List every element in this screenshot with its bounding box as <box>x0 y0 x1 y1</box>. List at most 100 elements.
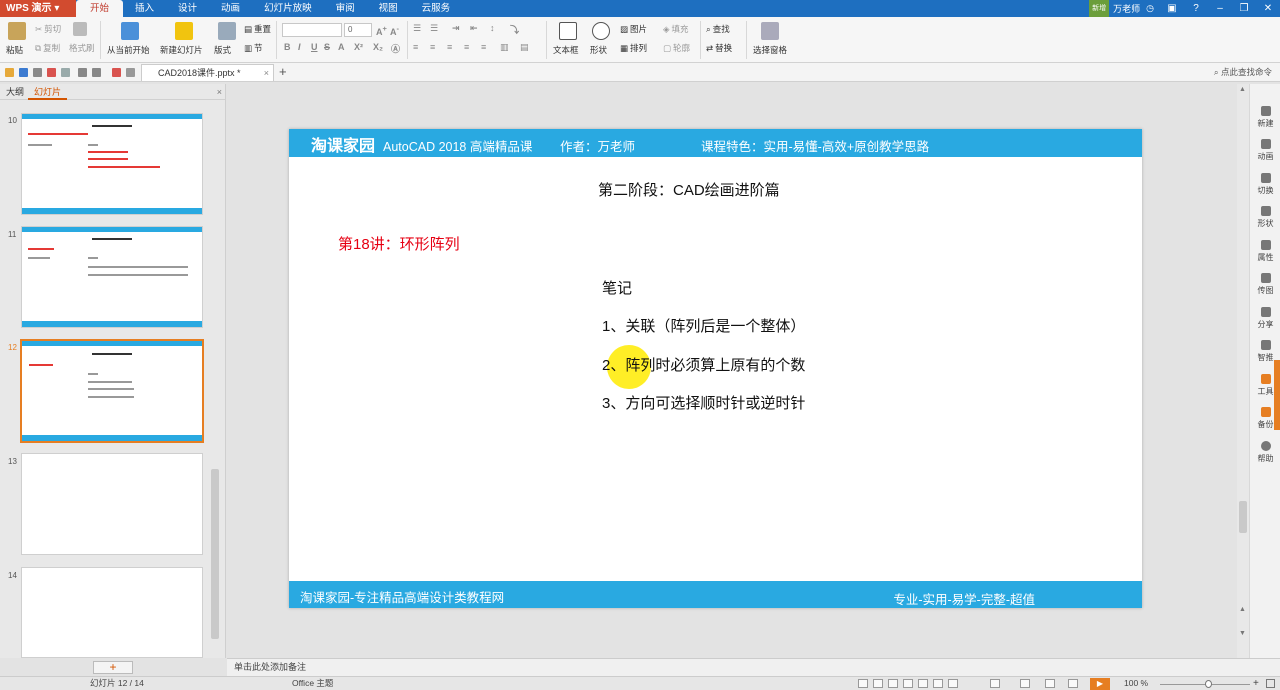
keyboard-icon[interactable] <box>918 679 928 688</box>
right-tool-transition[interactable]: 切换 <box>1250 173 1280 196</box>
clear-format-button[interactable]: Ⓐ <box>391 42 400 55</box>
open-icon[interactable] <box>5 68 14 77</box>
close-button[interactable]: ✕ <box>1256 0 1280 17</box>
settings-icon[interactable] <box>948 679 958 688</box>
justify-button[interactable]: ≡ <box>464 42 469 52</box>
new-tab-button[interactable]: + <box>279 64 287 79</box>
tab-outline[interactable]: 大纲 <box>0 84 30 100</box>
new-slide-button[interactable]: 新建幻灯片 <box>160 44 203 56</box>
zoom-slider-handle[interactable] <box>1205 680 1212 688</box>
outdent-button[interactable]: ⇤ <box>470 23 478 34</box>
app-menu-button[interactable]: WPS 演示 ▾ <box>0 0 76 17</box>
canvas-scrollbar[interactable]: ▲ ▲ ▼ <box>1237 84 1249 658</box>
distribute-button[interactable]: ≡ <box>481 42 486 52</box>
bold-button[interactable]: B <box>284 42 291 52</box>
undo-icon[interactable] <box>78 68 87 77</box>
pdf-icon[interactable] <box>47 68 56 77</box>
font-color-button[interactable]: A <box>338 42 345 52</box>
tab-insert[interactable]: 插入 <box>123 0 166 17</box>
selection-pane-button[interactable]: 选择窗格 <box>753 44 787 56</box>
shape-button[interactable]: 形状 <box>590 44 607 56</box>
align-text-button[interactable]: ▤ <box>520 42 529 53</box>
paste-button[interactable]: 粘贴 <box>6 44 23 56</box>
emoji-icon[interactable] <box>903 679 913 688</box>
tab-view[interactable]: 视图 <box>367 0 410 17</box>
side-panel-tab[interactable] <box>1274 360 1280 430</box>
align-left-button[interactable]: ≡ <box>413 42 418 52</box>
line-spacing-button[interactable]: ↕ <box>490 23 495 33</box>
right-tool-animation[interactable]: 动画 <box>1250 139 1280 162</box>
section-button[interactable]: ▥ 节 <box>244 42 263 54</box>
numbering-button[interactable]: ☰ <box>430 23 438 34</box>
shrink-font-button[interactable]: A- <box>390 24 399 37</box>
tab-review[interactable]: 审阅 <box>324 0 367 17</box>
picture-button[interactable]: ▨ 图片 <box>620 23 647 35</box>
font-name-select[interactable] <box>282 23 342 37</box>
slide-panel-scrollbar[interactable] <box>210 102 220 650</box>
replace-button[interactable]: ⇄ 替换 <box>706 42 732 54</box>
slide-lecture-title[interactable]: 第18讲：环形阵列 <box>338 233 460 254</box>
text-direction-button[interactable]: ⤵ <box>510 23 519 36</box>
redo-icon[interactable] <box>92 68 101 77</box>
superscript-button[interactable]: X² <box>354 42 363 52</box>
right-tool-properties[interactable]: 属性 <box>1250 240 1280 263</box>
close-icon[interactable]: × <box>217 84 222 100</box>
command-search[interactable]: ⌕ 点此查找命令 <box>1214 66 1272 78</box>
quick-tools-icon[interactable] <box>112 68 121 77</box>
maximize-button[interactable]: ❐ <box>1232 0 1256 17</box>
layout-button[interactable]: 版式 <box>214 44 231 56</box>
strikethrough-button[interactable]: S <box>324 42 330 52</box>
prev-slide-icon[interactable]: ▲ <box>1239 606 1246 613</box>
reset-button[interactable]: ▤ 重置 <box>244 23 271 35</box>
tab-design[interactable]: 设计 <box>166 0 209 17</box>
slide-notes-heading[interactable]: 笔记 <box>602 277 632 298</box>
document-tab[interactable]: CAD2018课件.pptx * × <box>141 64 274 81</box>
next-slide-icon[interactable]: ▼ <box>1239 630 1246 637</box>
slide-note-item[interactable]: 1、关联（阵列后是一个整体） <box>602 315 805 336</box>
minimize-button[interactable]: – <box>1208 0 1232 17</box>
zoom-level[interactable]: 100 % <box>1124 677 1148 690</box>
copy-button[interactable]: ⧉ 复制 <box>35 42 60 54</box>
columns-button[interactable]: ▥ <box>500 42 509 53</box>
scroll-up-icon[interactable]: ▲ <box>1239 86 1246 93</box>
slide-stage-title[interactable]: 第二阶段：CAD绘画进阶篇 <box>598 179 780 200</box>
zoom-in-icon[interactable]: + <box>1253 677 1259 690</box>
right-tool-new[interactable]: 新建 <box>1250 106 1280 129</box>
save-icon[interactable] <box>19 68 28 77</box>
slide-sorter-icon[interactable] <box>1020 679 1030 688</box>
tab-animation[interactable]: 动画 <box>209 0 252 17</box>
current-slide[interactable]: 淘课家园 AutoCAD 2018 高端精品课 作者：万老师 课程特色：实用-易… <box>289 129 1142 608</box>
slide-note-item[interactable]: 2、阵列时必须算上原有的个数 <box>602 354 805 375</box>
help-icon[interactable]: ? <box>1184 0 1208 17</box>
dropdown-icon[interactable] <box>126 68 135 77</box>
indent-button[interactable]: ⇥ <box>452 23 460 34</box>
italic-button[interactable]: I <box>298 42 301 52</box>
subscript-button[interactable]: X₂ <box>373 42 383 52</box>
right-tool-help[interactable]: 帮助 <box>1250 441 1280 464</box>
format-painter-button[interactable]: 格式刷 <box>69 42 95 54</box>
avatar[interactable]: 新增 <box>1089 0 1110 17</box>
find-button[interactable]: ⌕ 查找 <box>706 23 730 35</box>
right-tool-share[interactable]: 分享 <box>1250 307 1280 330</box>
align-right-button[interactable]: ≡ <box>447 42 452 52</box>
scrollbar-thumb[interactable] <box>1239 501 1247 533</box>
cut-button[interactable]: ✂ 剪切 <box>35 23 61 35</box>
slide-thumbnail-14[interactable] <box>21 567 203 658</box>
fill-button[interactable]: ◈ 填充 <box>663 23 689 35</box>
font-size-select[interactable]: 0 <box>344 23 372 37</box>
normal-view-icon[interactable] <box>990 679 1000 688</box>
arrange-button[interactable]: ▦ 排列 <box>620 42 647 54</box>
notes-pane[interactable]: 单击此处添加备注 <box>227 658 1280 676</box>
tab-slides[interactable]: 幻灯片 <box>28 84 68 100</box>
skin-icon[interactable]: ▣ <box>1160 0 1184 17</box>
scrollbar-thumb[interactable] <box>211 469 219 639</box>
preview-icon[interactable] <box>61 68 70 77</box>
print-icon[interactable] <box>33 68 42 77</box>
fit-window-icon[interactable] <box>1266 679 1275 688</box>
right-tool-shape[interactable]: 形状 <box>1250 206 1280 229</box>
bullets-button[interactable]: ☰ <box>413 23 421 34</box>
add-slide-button[interactable]: + <box>93 661 133 674</box>
grow-font-button[interactable]: A+ <box>376 24 387 37</box>
tab-slideshow[interactable]: 幻灯片放映 <box>252 0 324 17</box>
tab-home[interactable]: 开始 <box>76 0 124 17</box>
